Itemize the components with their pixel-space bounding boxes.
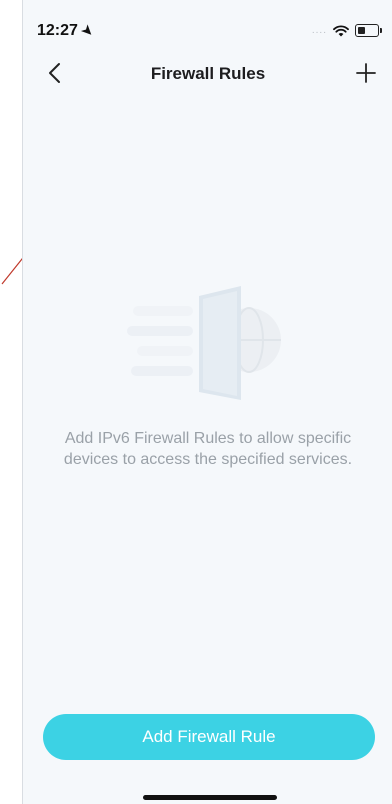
- status-bar: 12:27➤ ....: [23, 0, 392, 60]
- add-firewall-rule-button[interactable]: Add Firewall Rule: [43, 714, 375, 760]
- time-label: 12:27: [37, 22, 78, 39]
- traffic-lines: [127, 306, 193, 376]
- nav-bar: Firewall Rules: [23, 52, 392, 96]
- location-arrow-icon: ➤: [78, 21, 97, 40]
- status-time: 12:27➤: [37, 21, 97, 40]
- page-title: Firewall Rules: [150, 64, 266, 83]
- phone-screen: 12:27➤ .... Firewall Rules Add IPv6 Fire…: [22, 0, 392, 804]
- empty-state-message: Add IPv6 Firewall Rules to allow specifi…: [63, 430, 353, 468]
- battery-icon: [355, 24, 382, 37]
- signal-dots: ....: [311, 25, 327, 36]
- add-rule-icon-button[interactable]: [351, 58, 381, 88]
- status-icons: ....: [311, 24, 382, 37]
- plus-icon: [356, 63, 376, 83]
- wifi-icon: [333, 24, 349, 36]
- home-indicator[interactable]: [143, 795, 277, 800]
- wall-icon: [199, 286, 241, 400]
- firewall-illustration: [127, 286, 281, 400]
